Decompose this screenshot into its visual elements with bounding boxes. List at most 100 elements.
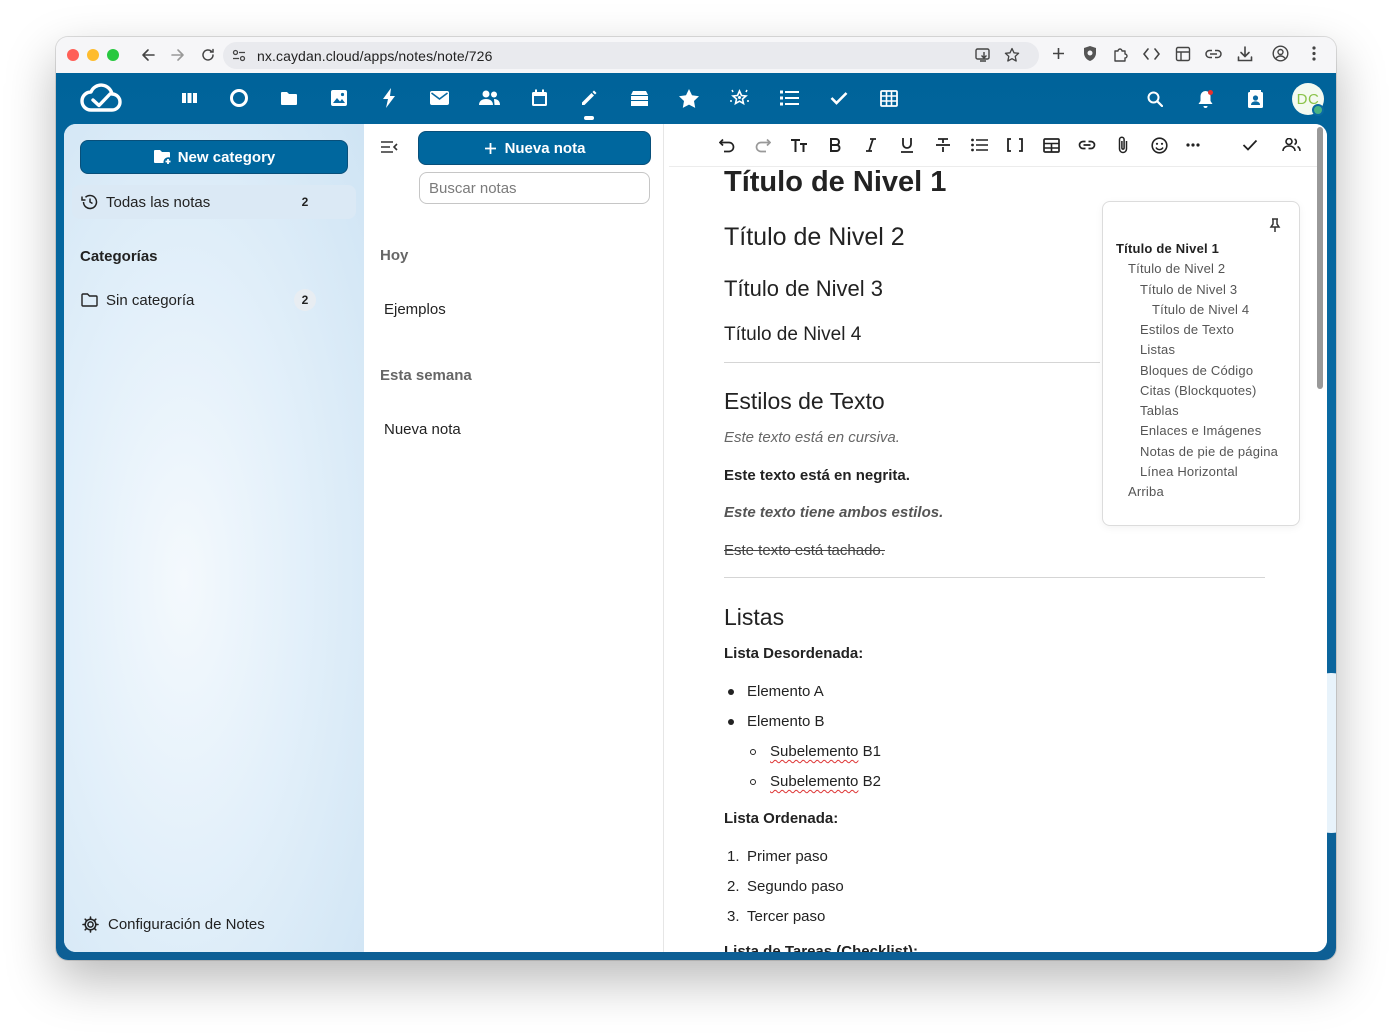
back-button[interactable] [137,44,159,66]
files-app[interactable] [264,85,314,111]
nav-item-all-notes[interactable]: Todas las notas 2 [72,185,356,219]
strikethrough-icon [936,138,950,152]
tasks-list-icon [779,90,799,106]
activity-icon [383,88,395,108]
more-actions-button[interactable] [1182,134,1204,156]
redo-button[interactable] [752,134,774,156]
bold-button[interactable] [824,134,846,156]
attachment-icon [1118,136,1128,154]
app-launcher [164,85,914,120]
toc-item[interactable]: Bloques de Código [1140,363,1253,378]
extensions-button[interactable] [1105,46,1136,62]
reading-mode-button[interactable] [1167,46,1198,62]
link-button[interactable] [1076,134,1098,156]
tasks-app[interactable] [764,85,814,111]
underline-button[interactable] [896,134,918,156]
bullet-list-button[interactable] [968,134,990,156]
nav-item-uncategorized[interactable]: Sin categoría 2 [72,283,356,317]
toc-item[interactable]: Título de Nivel 1 [1116,241,1219,256]
share-users-button[interactable] [1280,134,1302,156]
toc-item[interactable]: Título de Nivel 2 [1128,261,1225,276]
profile-button[interactable] [1260,45,1300,62]
toc-item[interactable]: Tablas [1140,403,1179,418]
new-note-button[interactable]: Nueva nota [418,131,651,165]
magic-app[interactable] [714,85,764,111]
bullet-marker [728,719,734,725]
toc-item[interactable]: Listas [1140,342,1175,357]
photos-app[interactable] [314,85,364,111]
magic-icon [729,89,749,106]
reload-button[interactable] [197,44,219,66]
activity-app[interactable] [364,85,414,111]
plus-icon [1052,48,1064,59]
toc-item[interactable]: Título de Nivel 3 [1140,282,1237,297]
tables-app[interactable] [864,85,914,111]
table-button[interactable] [1040,134,1062,156]
toc-item[interactable]: Notas de pie de página [1140,444,1278,459]
toc-item[interactable]: Línea Horizontal [1140,464,1238,479]
note-item[interactable]: Ejemplos [384,301,446,318]
toc-item[interactable]: Enlaces e Imágenes [1140,423,1261,438]
checklist-caption: Lista de Tareas (Checklist): [724,943,918,952]
link-button[interactable] [1198,49,1229,59]
bullet-marker [728,689,734,695]
downloads-button[interactable] [1229,45,1260,62]
history-icon [81,194,98,210]
pin-toc-button[interactable] [1269,218,1281,233]
code-block-button[interactable] [1004,134,1026,156]
site-settings-icon[interactable] [232,49,246,62]
starred-app[interactable] [664,85,714,111]
arrow-right-icon [171,49,184,61]
shield-extension-button[interactable] [1074,45,1105,62]
bookmark-star-icon[interactable] [1004,47,1020,63]
toc-item[interactable]: Citas (Blockquotes) [1140,383,1257,398]
tables-files-app[interactable] [614,85,664,111]
new-category-button[interactable]: New category [80,140,348,174]
editor-scrollbar[interactable] [1317,127,1323,389]
talk-icon [230,89,248,107]
strikethrough-text: Este texto está tachado. [724,542,885,559]
download-icon [1237,45,1252,61]
toc-item[interactable]: Estilos de Texto [1140,322,1234,337]
note-item[interactable]: Nueva nota [384,421,461,438]
strikethrough-button[interactable] [932,134,954,156]
devtools-button[interactable] [1136,47,1167,60]
close-window-button[interactable] [67,49,79,61]
notes-app[interactable] [564,85,614,120]
notifications-button[interactable] [1180,89,1230,109]
contacts-book-icon [1247,89,1263,108]
list-item: Elemento A [747,683,824,700]
nextcloud-logo[interactable] [80,82,122,114]
code-brackets-icon [1007,138,1023,152]
toc-item[interactable]: Arriba [1128,484,1164,499]
done-button[interactable] [1239,134,1261,156]
checks-app[interactable] [814,85,864,111]
search-notes-input[interactable] [419,172,650,204]
contacts-app[interactable] [464,85,514,111]
attachment-button[interactable] [1112,134,1134,156]
deck-app[interactable] [164,85,214,111]
mail-app[interactable] [414,85,464,111]
talk-app[interactable] [214,85,264,111]
install-app-icon[interactable] [975,47,992,63]
notes-settings-button[interactable]: Configuración de Notes [82,916,265,933]
forward-button[interactable] [167,44,189,66]
new-tab-button[interactable] [1042,47,1074,60]
emoji-button[interactable] [1148,134,1170,156]
browser-menu-button[interactable] [1300,46,1328,61]
text-size-button[interactable] [788,134,810,156]
heading-3: Título de Nivel 3 [724,276,883,301]
italic-button[interactable] [860,134,882,156]
address-bar[interactable]: nx.caydan.cloud/apps/notes/note/726 [223,42,1039,69]
italic-text: Este texto está en cursiva. [724,429,900,446]
bell-icon [1198,89,1213,108]
unified-search-button[interactable] [1130,91,1180,107]
toc-item[interactable]: Título de Nivel 4 [1152,302,1249,317]
minimize-window-button[interactable] [87,49,99,61]
calendar-app[interactable] [514,85,564,111]
maximize-window-button[interactable] [107,49,119,61]
toggle-navigation-button[interactable] [380,140,398,154]
undo-button[interactable] [716,134,738,156]
contacts-menu-button[interactable] [1230,89,1280,109]
user-menu-avatar[interactable]: DC [1280,83,1336,116]
